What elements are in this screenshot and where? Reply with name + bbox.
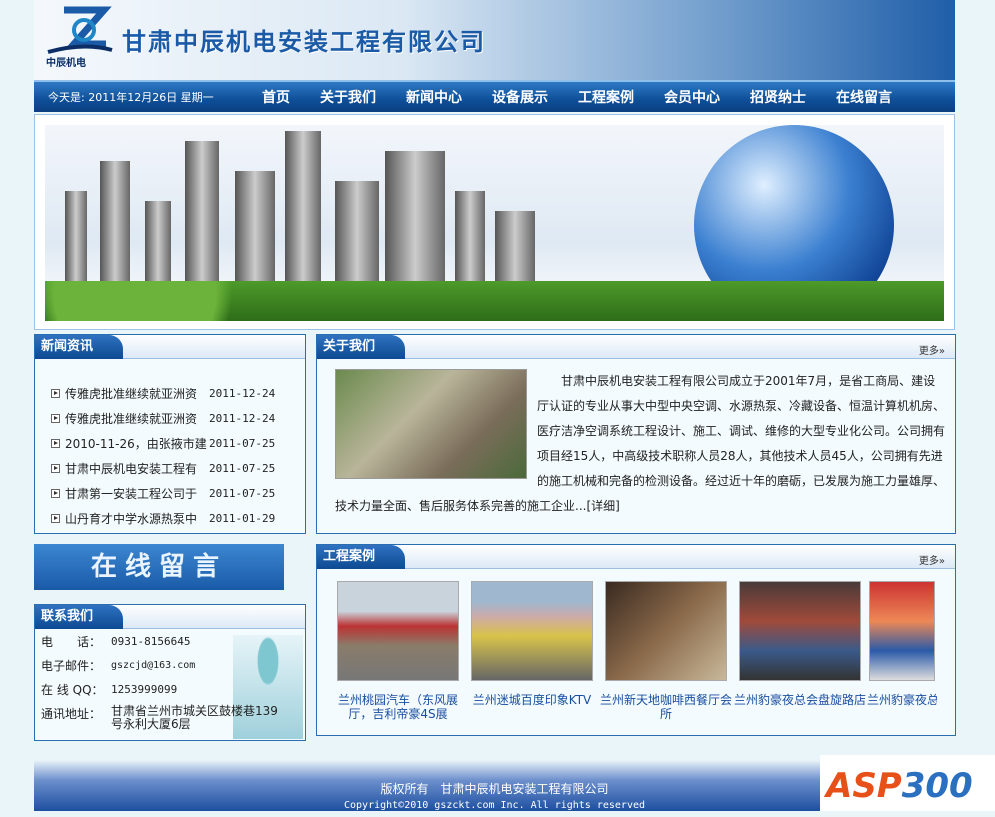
bullet-icon	[51, 414, 60, 423]
nav-jobs[interactable]: 招贤纳士	[750, 87, 806, 107]
contact-title: 联系我们	[35, 605, 124, 629]
nav-cases[interactable]: 工程案例	[578, 87, 634, 107]
about-more-link[interactable]: 更多»	[919, 342, 945, 357]
company-name: 甘肃中辰机电安装工程有限公司	[122, 28, 486, 56]
main-nav: 今天是: 2011年12月26日 星期一 首页 关于我们 新闻中心 设备展示 工…	[34, 80, 955, 112]
nav-news[interactable]: 新闻中心	[406, 87, 462, 107]
bullet-icon	[51, 389, 60, 398]
banner	[34, 114, 955, 330]
bullet-icon	[51, 489, 60, 498]
nav-about[interactable]: 关于我们	[320, 87, 376, 107]
case-item[interactable]: 兰州豹豪夜总会盘旋路店	[733, 581, 867, 721]
about-detail-link[interactable]: [详细]	[586, 499, 619, 513]
online-message-banner[interactable]: 在线留言	[34, 544, 284, 590]
phone-value: 0931-8156645	[111, 634, 191, 648]
news-item[interactable]: 2010-11-26，由张掖市建 2011-07-25	[35, 431, 305, 456]
address-value: 甘肃省兰州市城关区鼓楼巷139号永利大厦6层	[111, 704, 278, 731]
nav-equipment[interactable]: 设备展示	[492, 87, 548, 107]
nav-home[interactable]: 首页	[262, 87, 290, 107]
current-date: 今天是: 2011年12月26日 星期一	[48, 91, 214, 104]
case-item[interactable]: 兰州迷城百度印象KTV	[465, 581, 599, 721]
banner-image	[45, 125, 944, 321]
nav-members[interactable]: 会员中心	[664, 87, 720, 107]
copyright-owner: 版权所有 甘肃中辰机电安装工程有限公司	[380, 782, 609, 796]
news-panel: 新闻资讯 传雅虎批准继续就亚洲资 2011-12-24 传雅虎批准继续就亚洲资 20…	[34, 334, 306, 534]
bullet-icon	[51, 439, 60, 448]
trees-graphic	[45, 281, 944, 321]
cases-panel: 工程案例 更多» 兰州桃园汽车（东风展厅，吉利帝豪4S展 兰州迷城百度印象KTV …	[316, 544, 956, 736]
bullet-icon	[51, 464, 60, 473]
news-item[interactable]: 传雅虎批准继续就亚洲资 2011-12-24	[35, 381, 305, 406]
case-item[interactable]: 兰州豹豪夜总会店	[867, 581, 937, 721]
nav-guestbook[interactable]: 在线留言	[836, 87, 892, 107]
case-item[interactable]: 兰州新天地咖啡西餐厅会所	[599, 581, 733, 721]
email-value[interactable]: gszcjd@163.com	[111, 660, 195, 671]
header: 中辰机电 甘肃中辰机电安装工程有限公司	[34, 0, 955, 80]
logo-text: 中辰机电	[46, 58, 86, 69]
cases-more-link[interactable]: 更多»	[919, 552, 945, 567]
bullet-icon	[51, 514, 60, 523]
cases-title: 工程案例	[317, 545, 406, 569]
about-title: 关于我们	[317, 335, 406, 359]
news-item[interactable]: 传雅虎批准继续就亚洲资 2011-12-24	[35, 406, 305, 431]
qq-value: 1253999099	[111, 682, 178, 696]
asp300-watermark-logo: ASP300	[820, 755, 995, 811]
footer: 版权所有 甘肃中辰机电安装工程有限公司 Copyright©2010 gszck…	[34, 760, 955, 811]
news-title: 新闻资讯	[35, 335, 124, 359]
news-item[interactable]: 甘肃第一安装工程公司于 2011-07-25	[35, 481, 305, 506]
about-panel: 关于我们 更多» 甘肃中辰机电安装工程有限公司成立于2001年7月，是省工商局、建…	[316, 334, 956, 534]
page: 中辰机电 甘肃中辰机电安装工程有限公司 今天是: 2011年12月26日 星期一…	[34, 0, 955, 330]
news-item[interactable]: 甘肃中辰机电安装工程有 2011-07-25	[35, 456, 305, 481]
case-item[interactable]: 兰州桃园汽车（东风展厅，吉利帝豪4S展	[331, 581, 465, 721]
copyright-notice: Copyright©2010 gszckt.com Inc. All right…	[343, 800, 646, 811]
contact-panel: 联系我们 电 话： 0931-8156645 电子邮件： gszcjd@163.co…	[34, 604, 306, 741]
news-item[interactable]: 山丹育才中学水源热泵中 2011-01-29	[35, 506, 305, 531]
